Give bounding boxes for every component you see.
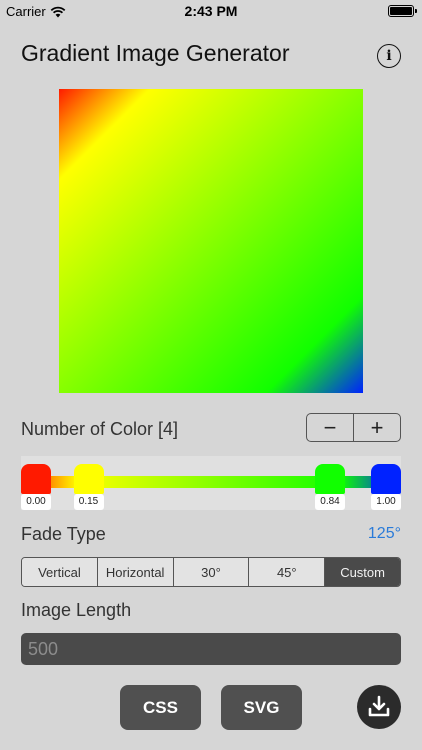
- battery-icon: [388, 5, 417, 17]
- fade-type-segmented-control[interactable]: Vertical Horizontal 30° 45° Custom: [21, 557, 401, 587]
- decrement-button[interactable]: −: [307, 414, 353, 441]
- download-icon: [368, 695, 390, 717]
- angle-value[interactable]: 125°: [368, 525, 401, 543]
- image-length-input[interactable]: [21, 633, 401, 665]
- fade-option-horizontal[interactable]: Horizontal: [96, 558, 173, 586]
- color-stop-handle[interactable]: [371, 464, 401, 494]
- download-button[interactable]: [357, 685, 401, 729]
- color-stop-label: 0.15: [73, 494, 104, 510]
- fade-option-30[interactable]: 30°: [172, 558, 249, 586]
- color-stop-handle[interactable]: [315, 464, 345, 494]
- css-button[interactable]: CSS: [120, 685, 201, 730]
- color-stop-label: 0.00: [21, 494, 51, 510]
- image-length-label: Image Length: [21, 600, 132, 620]
- color-stop-handle[interactable]: [73, 464, 104, 494]
- color-stop-label: 1.00: [371, 494, 401, 510]
- color-count-stepper[interactable]: − +: [306, 413, 401, 442]
- status-bar: Carrier 2:43 PM: [0, 0, 422, 22]
- color-count-label: Number of Color [4]: [21, 419, 179, 439]
- color-stop-label: 0.84: [315, 494, 345, 510]
- increment-button[interactable]: +: [353, 414, 400, 441]
- status-time: 2:43 PM: [184, 3, 238, 19]
- fade-option-45[interactable]: 45°: [248, 558, 325, 586]
- fade-option-custom[interactable]: Custom: [324, 558, 400, 586]
- info-glyph: i: [386, 48, 392, 64]
- color-stop-slider[interactable]: 0.00 0.15 0.84 1.00: [21, 456, 401, 510]
- page-title: Gradient Image Generator: [21, 40, 290, 66]
- color-stop-handle[interactable]: [21, 464, 51, 494]
- fade-type-label: Fade Type: [21, 524, 106, 544]
- svg-button[interactable]: SVG: [221, 685, 302, 730]
- info-icon[interactable]: i: [377, 44, 401, 68]
- fade-option-vertical[interactable]: Vertical: [22, 558, 97, 586]
- gradient-preview: [59, 89, 363, 393]
